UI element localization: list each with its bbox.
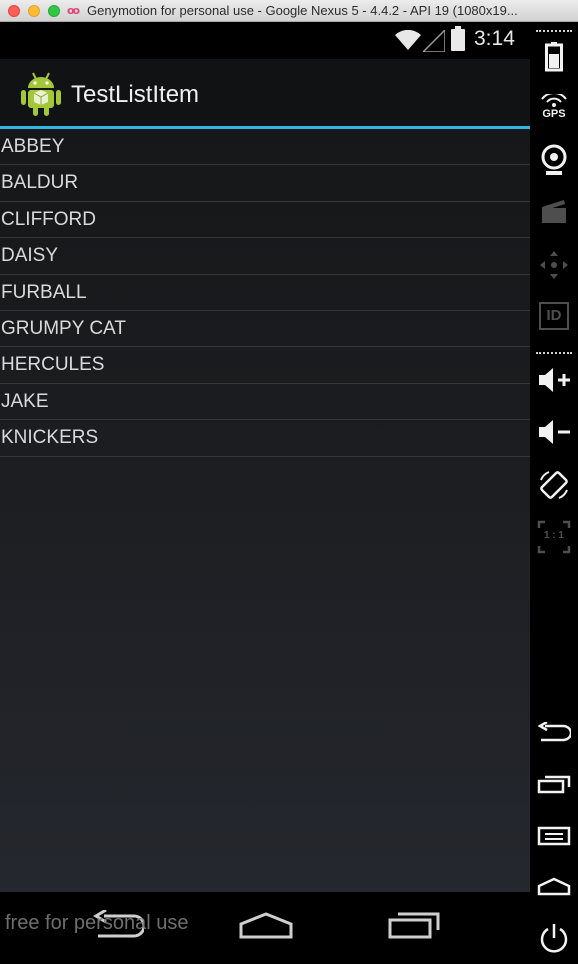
volume-up-icon[interactable] <box>530 366 578 394</box>
signal-icon <box>421 28 446 56</box>
remote-control-widget-icon[interactable] <box>530 250 578 280</box>
item-list: ABBEY BALDUR CLIFFORD DAISY FURBALL GRUM… <box>0 129 530 457</box>
pixel-perfect-icon[interactable]: 1 : 1 <box>530 520 578 554</box>
list-item[interactable]: JAKE <box>0 384 530 421</box>
home-icon[interactable] <box>238 910 294 944</box>
device-screen: 3:14 TestListItem ABBEY BALDUR CLIFFORD … <box>0 22 530 964</box>
list-item[interactable]: FURBALL <box>0 275 530 311</box>
battery-widget-icon[interactable] <box>530 42 578 72</box>
power-button-icon[interactable] <box>530 922 578 954</box>
window-titlebar: oo Genymotion for personal use - Google … <box>0 0 578 22</box>
list-item[interactable]: BALDUR <box>0 165 530 202</box>
recent-apps-button-icon[interactable] <box>530 774 578 794</box>
wifi-icon <box>395 29 421 54</box>
webcam-widget-icon[interactable] <box>530 144 578 176</box>
volume-down-icon[interactable] <box>530 418 578 446</box>
window-title: Genymotion for personal use - Google Nex… <box>87 3 518 18</box>
menu-button-icon[interactable] <box>530 826 578 846</box>
home-button-icon[interactable] <box>530 876 578 896</box>
back-button-icon[interactable] <box>530 722 578 744</box>
list-item[interactable]: DAISY <box>0 238 530 275</box>
watermark-text: free for personal use <box>5 912 189 934</box>
device-id-label: ID <box>539 302 569 330</box>
panel-grip <box>536 30 572 34</box>
list-item[interactable]: HERCULES <box>0 347 530 384</box>
panel-separator <box>536 352 572 356</box>
zoom-window-button[interactable] <box>48 5 60 17</box>
screencast-widget-icon[interactable] <box>530 198 578 224</box>
list-item[interactable]: CLIFFORD <box>0 202 530 239</box>
android-app-icon[interactable] <box>20 71 62 117</box>
recent-apps-icon[interactable] <box>386 910 442 944</box>
genymotion-logo: oo <box>67 4 80 17</box>
action-bar: TestListItem <box>0 59 530 126</box>
minimize-window-button[interactable] <box>28 5 40 17</box>
status-time: 3:14 <box>474 27 515 50</box>
ratio-label: 1 : 1 <box>543 530 564 541</box>
close-window-button[interactable] <box>8 5 20 17</box>
status-bar: 3:14 <box>0 22 530 59</box>
genymotion-sidebar: GPS ID 1: 1 <box>530 22 578 964</box>
list-item[interactable]: GRUMPY CAT <box>0 311 530 348</box>
battery-icon <box>451 26 465 51</box>
gps-label: GPS <box>542 108 566 120</box>
list-item[interactable]: KNICKERS <box>0 420 530 457</box>
list-item[interactable]: ABBEY <box>0 129 530 166</box>
app-title: TestListItem <box>71 81 200 108</box>
device-id-widget-icon[interactable]: ID <box>530 302 578 330</box>
rotate-device-icon[interactable] <box>530 468 578 502</box>
gps-widget-icon[interactable]: GPS <box>530 94 578 120</box>
